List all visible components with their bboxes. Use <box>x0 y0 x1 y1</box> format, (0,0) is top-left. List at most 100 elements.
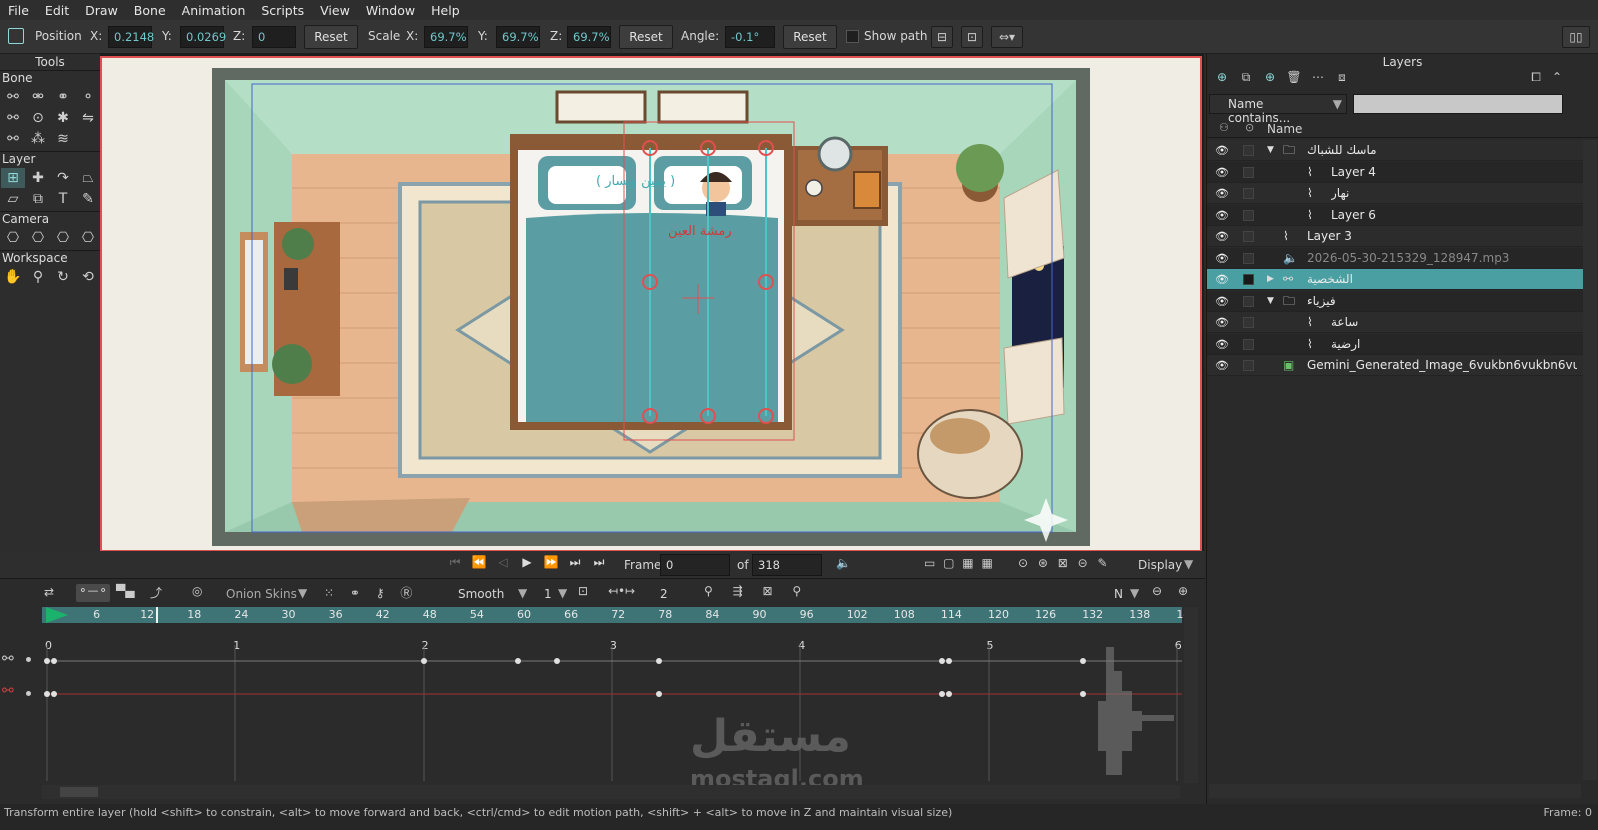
panel-options-icon[interactable]: ⧠ <box>1525 70 1547 92</box>
new-layer-icon[interactable]: ⊕ <box>1211 70 1233 92</box>
visibility-eye-icon[interactable]: 👁 <box>1215 162 1233 183</box>
step-back-icon[interactable]: ◁ <box>492 555 514 570</box>
angle-field[interactable]: -0.1° <box>725 26 775 48</box>
scale-z-field[interactable]: 69.7% <box>567 26 611 48</box>
position-z-field[interactable]: 0 <box>252 26 296 48</box>
sequencer-icon[interactable]: ▀▄ <box>116 584 134 598</box>
layer-lock-box[interactable] <box>1243 360 1254 371</box>
step-back-key-icon[interactable]: ⏪ <box>468 555 490 570</box>
visibility-eye-icon[interactable]: 👁 <box>1215 312 1233 333</box>
frame-field[interactable]: 0 <box>660 554 730 576</box>
position-x-field[interactable]: 0.2148 <box>108 26 154 48</box>
roll-camera-icon[interactable]: ⎔ <box>51 228 75 248</box>
layer-lock-box[interactable] <box>1243 338 1254 350</box>
visibility-eye-icon[interactable]: 👁 <box>1215 269 1233 290</box>
canvas-frame[interactable]: ( يمين ويسار ) رمشة العين <box>100 56 1202 552</box>
step-forward-key-icon[interactable]: ⏭ <box>564 555 586 570</box>
canvas-area[interactable]: ( يمين ويسار ) رمشة العين <box>100 54 1204 552</box>
scale-bone-tool-icon[interactable]: ⚭ <box>51 87 75 107</box>
book-icon[interactable]: ▯▯ <box>1562 26 1590 48</box>
layer-row[interactable]: 👁 ▶ ⚯ الشخصية <box>1207 269 1583 290</box>
translate-bone-tool-icon[interactable]: ⚮ <box>26 87 50 107</box>
visibility-eye-icon[interactable]: 👁 <box>1215 226 1233 247</box>
zoom-magnifier-icon[interactable]: ⚲ <box>26 267 50 287</box>
layer-row[interactable]: 👁 ▼ 🗀 فيزياء <box>1207 290 1583 312</box>
visibility-eye-icon[interactable]: 👁 <box>1215 205 1233 226</box>
scale-y-field[interactable]: 69.7% <box>496 26 540 48</box>
keyframe-track[interactable] <box>42 631 1182 781</box>
interval-value[interactable]: 1 <box>544 587 552 601</box>
render-options-icons[interactable]: ⊙ ⊛ ⊠ ⊝ ✎ <box>1018 556 1111 570</box>
track-camera-icon[interactable]: ⎔ <box>1 228 25 248</box>
set-origin-tool-icon[interactable]: ✚ <box>26 168 50 188</box>
text-tool-icon[interactable]: T <box>51 189 75 209</box>
menu-window[interactable]: Window <box>358 3 423 18</box>
layer-filter-input[interactable] <box>1353 94 1563 114</box>
visibility-eye-icon[interactable]: 👁 <box>1215 355 1233 376</box>
position-y-field[interactable]: 0.0269 <box>180 26 226 48</box>
angle-reset-button[interactable]: Reset <box>783 25 837 49</box>
pan-hand-icon[interactable]: ✋ <box>1 267 25 287</box>
layer-row[interactable]: 👁 🔈 2026-05-30-215329_128947.mp3 <box>1207 247 1583 269</box>
menu-draw[interactable]: Draw <box>77 3 126 18</box>
position-reset-button[interactable]: Reset <box>304 25 358 49</box>
rotate-bone-tool-icon[interactable]: ⚬ <box>76 87 100 107</box>
menu-animation[interactable]: Animation <box>174 3 254 18</box>
keyframe-tools-icons[interactable]: ⁙ ⚭ ⚷ Ⓡ <box>324 584 418 601</box>
interpolation-dropdown[interactable]: Smooth <box>458 587 504 601</box>
bind-points-tool-icon[interactable]: ⁂ <box>26 129 50 149</box>
particle-layer-tool-icon[interactable]: ⧉ <box>26 189 50 209</box>
layer-lock-box[interactable] <box>1243 274 1254 285</box>
layer-lock-box[interactable] <box>1243 166 1254 178</box>
step-forward-icon[interactable]: ⏩ <box>540 555 562 570</box>
visibility-eye-icon[interactable]: 👁 <box>1215 140 1233 161</box>
visibility-eye-icon[interactable]: 👁 <box>1215 334 1233 355</box>
transform-options-icon[interactable]: ⇔▾ <box>991 26 1023 48</box>
duplicate-layer-icon[interactable]: ⧉ <box>1235 70 1257 92</box>
visibility-eye-icon[interactable]: 👁 <box>1215 291 1233 312</box>
expand-triangle-down-icon[interactable]: ▼ <box>1267 140 1274 161</box>
zoom-camera-icon[interactable]: ⎔ <box>26 228 50 248</box>
n-dropdown[interactable]: N <box>1114 587 1123 601</box>
key-icon[interactable]: ⊡ <box>578 584 588 598</box>
layer-row[interactable]: 👁 ⌇ ساعة <box>1207 312 1583 333</box>
layers-vertical-scrollbar[interactable] <box>1583 140 1597 780</box>
orbit-workspace-icon[interactable]: ⟲ <box>76 267 100 287</box>
channel-toggle-icon[interactable]: ⚬—⚬ <box>76 584 110 602</box>
fast-forward-end-icon[interactable]: ⏭ <box>588 555 610 570</box>
layer-row[interactable]: 👁 ⌇ Layer 3 <box>1207 226 1583 247</box>
switch-layer-tool-icon[interactable]: ▱ <box>1 189 25 209</box>
bind-layer-tool-icon[interactable]: ⚯ <box>1 129 25 149</box>
rewind-start-icon[interactable]: ⏮ <box>444 555 466 570</box>
onion-skins-icon[interactable]: ◎ <box>192 584 202 598</box>
timeline-loop-icon[interactable]: ⇄ <box>44 585 54 599</box>
visibility-eye-icon[interactable]: 👁 <box>1215 248 1233 269</box>
flip-horizontal-icon[interactable]: ⊟ <box>931 26 953 48</box>
menu-bone[interactable]: Bone <box>126 3 174 18</box>
copy-layer-icon[interactable]: ⊕ <box>1259 70 1281 92</box>
transform-layer-tool-icon[interactable]: ⊞ <box>1 168 25 188</box>
current-frame-marker[interactable] <box>46 607 68 623</box>
layer-row[interactable]: 👁 ⌇ نهار <box>1207 183 1583 204</box>
display-dropdown[interactable]: Display <box>1138 558 1182 572</box>
layer-lock-box[interactable] <box>1243 209 1254 221</box>
shift-amount[interactable]: 2 <box>660 587 668 601</box>
scale-reset-button[interactable]: Reset <box>619 25 673 49</box>
shift-keys-icon[interactable]: ↤•↦ <box>608 584 635 598</box>
timeline-horizontal-scrollbar[interactable] <box>42 785 1180 799</box>
eyedropper-tool-icon[interactable]: ✎ <box>76 189 100 209</box>
layer-row[interactable]: 👁 ⌇ Layer 4 <box>1207 161 1583 183</box>
show-path-checkbox[interactable] <box>846 30 859 43</box>
expand-triangle-right-icon[interactable]: ▶ <box>1267 269 1274 290</box>
menu-help[interactable]: Help <box>423 3 468 18</box>
audio-icon[interactable]: 🔈 <box>836 556 851 570</box>
layer-lock-box[interactable] <box>1243 231 1254 242</box>
zoom-out-icon[interactable]: ⊖ <box>1152 584 1162 598</box>
collapse-panel-icon[interactable]: ⌃ <box>1549 70 1565 92</box>
menu-scripts[interactable]: Scripts <box>253 3 312 18</box>
scale-x-field[interactable]: 69.7% <box>424 26 468 48</box>
bone-strength-tool-icon[interactable]: ✱ <box>51 108 75 128</box>
layer-settings-icon[interactable]: ⧈ <box>1331 70 1353 92</box>
layer-row[interactable]: 👁 ⌇ ارضية <box>1207 333 1583 355</box>
menu-view[interactable]: View <box>312 3 358 18</box>
